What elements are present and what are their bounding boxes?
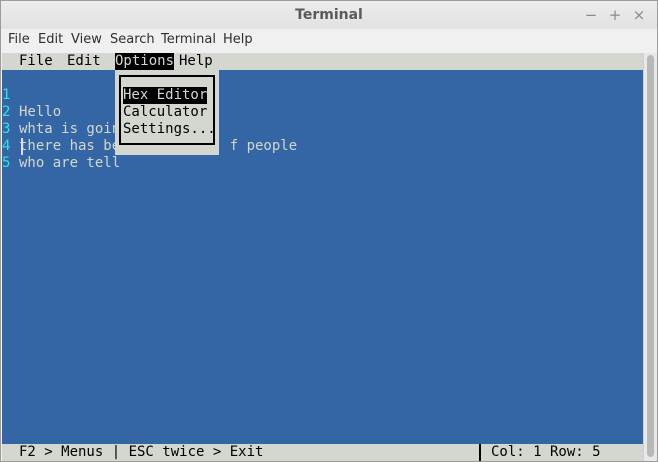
app-menu-file[interactable]: File (8, 32, 30, 47)
terminal-window: Terminal − + × File Edit View Search Ter… (0, 0, 658, 462)
status-divider (479, 444, 481, 461)
app-menu-edit[interactable]: Edit (38, 32, 63, 47)
cursor-position: Col: 1 Row: 5 (491, 444, 601, 460)
scrollbar-thumb[interactable] (647, 55, 654, 457)
menu-item-settings[interactable]: Settings... (123, 121, 216, 138)
editor-line: 2 whta is goin (2, 87, 120, 137)
editor-line: 3 there has be f people (2, 104, 297, 154)
window-title: Terminal (295, 7, 363, 23)
minimize-icon[interactable]: − (581, 5, 601, 25)
scrollbar[interactable] (643, 53, 657, 461)
menu-item-calculator[interactable]: Calculator (123, 104, 207, 121)
app-menu-bar: File Edit View Search Terminal Help (1, 29, 657, 51)
app-menu-help[interactable]: Help (223, 32, 253, 47)
editor-status-bar: F2 > Menus | ESC twice > Exit Col: 1 Row… (2, 444, 643, 461)
close-icon[interactable]: × (629, 5, 649, 25)
app-menu-view[interactable]: View (71, 32, 102, 47)
editor-menu-file[interactable]: File (19, 53, 53, 70)
menu-item-hex-editor[interactable]: Hex Editor (123, 87, 208, 104)
editor-menu-options[interactable]: Options (115, 53, 175, 70)
text-cursor (21, 138, 23, 155)
editor-menu-edit[interactable]: Edit (67, 53, 101, 70)
title-bar[interactable]: Terminal − + × (1, 1, 657, 30)
editor-line: 4 who are tell (2, 121, 120, 171)
editor-line: 5 (2, 138, 53, 171)
terminal-area[interactable]: File Edit Options Help 1 Hello 2 whta is… (2, 53, 643, 461)
editor-menu-bar: File Edit Options Help (2, 53, 643, 70)
app-menu-terminal[interactable]: Terminal (161, 32, 216, 47)
app-menu-search[interactable]: Search (110, 32, 155, 47)
maximize-icon[interactable]: + (605, 5, 625, 25)
options-dropdown: Hex Editor Calculator Settings... (115, 70, 219, 155)
status-hint: F2 > Menus | ESC twice > Exit (19, 444, 264, 460)
line-number: 5 (2, 155, 11, 171)
editor-menu-help[interactable]: Help (179, 53, 213, 70)
editor-line: 1 Hello (2, 70, 61, 120)
